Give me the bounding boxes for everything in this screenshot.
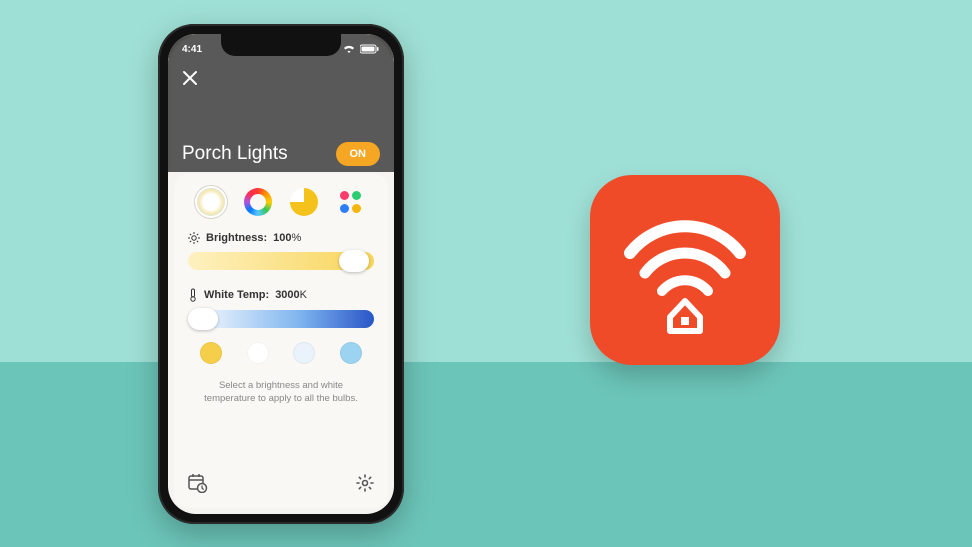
preset-cool-white[interactable] bbox=[293, 342, 315, 364]
power-toggle[interactable]: ON bbox=[336, 142, 381, 166]
white-temp-slider[interactable] bbox=[188, 310, 374, 328]
mode-white-temp[interactable] bbox=[197, 188, 225, 216]
card-footer bbox=[188, 473, 374, 498]
calendar-clock-icon bbox=[188, 473, 208, 493]
home-wifi-icon bbox=[610, 195, 760, 345]
preset-warm[interactable] bbox=[200, 342, 222, 364]
brightness-thumb[interactable] bbox=[339, 250, 369, 272]
preset-soft-white[interactable] bbox=[247, 342, 269, 364]
brightness-value: 100 bbox=[273, 232, 291, 244]
wifi-icon bbox=[342, 44, 356, 54]
sun-icon bbox=[188, 232, 200, 244]
mode-tabs bbox=[188, 186, 374, 228]
thermometer-icon bbox=[188, 288, 198, 302]
settings-button[interactable] bbox=[356, 474, 374, 497]
controls-card: Brightness: 100% White Temp: 3000K bbox=[174, 174, 388, 508]
mode-scenes[interactable] bbox=[337, 188, 365, 216]
close-icon bbox=[182, 70, 198, 86]
mode-segment[interactable] bbox=[290, 188, 318, 216]
white-temp-thumb[interactable] bbox=[188, 308, 218, 330]
help-text: Select a brightness and white temperatur… bbox=[188, 380, 374, 406]
white-temp-value: 3000 bbox=[275, 289, 299, 301]
close-button[interactable] bbox=[182, 70, 198, 91]
white-temp-label: White Temp: bbox=[204, 289, 269, 301]
status-time: 4:41 bbox=[182, 44, 202, 55]
brightness-label-row: Brightness: 100% bbox=[188, 232, 374, 244]
brightness-label: Brightness: bbox=[206, 232, 267, 244]
header-row: Porch Lights ON bbox=[168, 142, 394, 166]
background-lower bbox=[0, 362, 972, 547]
help-line-2: temperature to apply to all the bulbs. bbox=[198, 393, 364, 406]
gear-icon bbox=[356, 474, 374, 492]
help-line-1: Select a brightness and white bbox=[198, 380, 364, 393]
brightness-unit: % bbox=[291, 232, 301, 244]
battery-icon bbox=[360, 44, 380, 54]
white-temp-unit: K bbox=[300, 289, 307, 301]
phone-device-frame: 4:41 Porch Lights ON bbox=[158, 24, 404, 524]
white-temp-label-row: White Temp: 3000K bbox=[188, 288, 374, 302]
phone-screen: 4:41 Porch Lights ON bbox=[168, 34, 394, 514]
phone-notch bbox=[221, 34, 341, 56]
brightness-slider[interactable] bbox=[188, 252, 374, 270]
app-icon bbox=[590, 175, 780, 365]
preset-row bbox=[188, 342, 374, 364]
schedule-button[interactable] bbox=[188, 473, 208, 498]
scenes-icon bbox=[340, 191, 362, 213]
page-title: Porch Lights bbox=[182, 143, 288, 165]
preset-daylight[interactable] bbox=[340, 342, 362, 364]
mode-color-wheel[interactable] bbox=[244, 188, 272, 216]
